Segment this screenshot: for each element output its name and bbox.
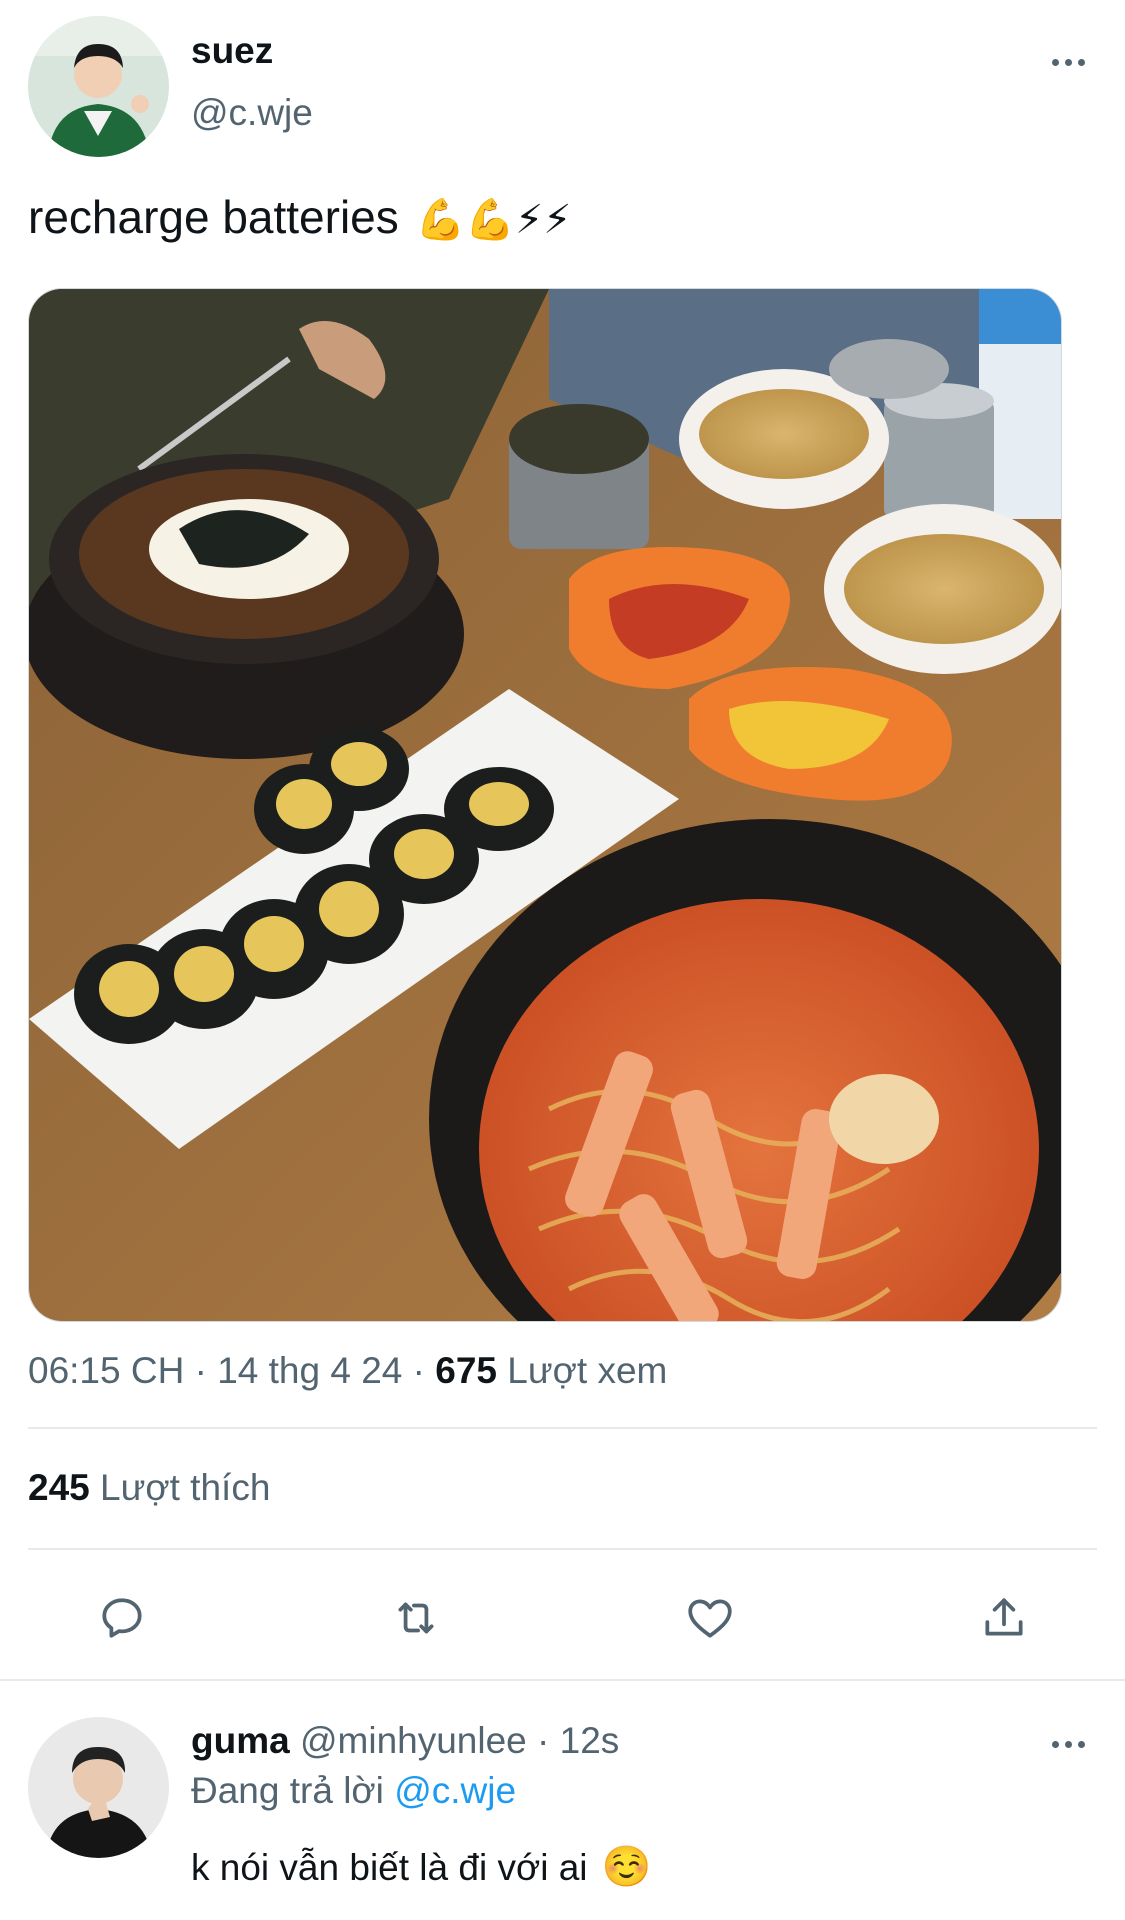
retweet-icon — [398, 1602, 434, 1634]
reply-author-name[interactable]: guma — [191, 1720, 290, 1761]
more-dot-icon — [1051, 58, 1059, 66]
retweet-button[interactable] — [386, 1588, 446, 1648]
reply-button[interactable] — [92, 1588, 152, 1648]
reply-emoji: ☺️ — [601, 1845, 652, 1889]
reply-text: k nói vẫn biết là đi với ai ☺️ — [191, 1843, 652, 1890]
tweet-meta: 06:15 CH · 14 thg 4 24 · 675 Lượt xem — [28, 1350, 667, 1392]
likes-label: Lượt thích — [100, 1467, 271, 1508]
share-icon — [985, 1598, 1023, 1636]
tweet-date[interactable]: 14 thg 4 24 — [217, 1350, 402, 1391]
more-dot-icon — [1051, 1740, 1059, 1748]
reply-icon — [102, 1598, 142, 1638]
likes-count: 245 — [28, 1467, 90, 1508]
views-label: Lượt xem — [507, 1350, 668, 1391]
food-photo-illustration — [29, 289, 1061, 1321]
author-handle[interactable]: @c.wje — [191, 92, 313, 134]
reply-header: guma @minhyunlee · 12s — [191, 1720, 619, 1762]
more-dot-icon — [1077, 1740, 1085, 1748]
tweet-photo[interactable] — [28, 288, 1062, 1322]
divider — [28, 1548, 1097, 1550]
tweet-text: recharge batteries 💪💪⚡⚡ — [28, 190, 571, 244]
tweet-emojis: 💪💪⚡⚡ — [415, 198, 572, 242]
reply-time[interactable]: · 12s — [537, 1720, 619, 1761]
meta-separator: · — [184, 1350, 218, 1391]
share-button[interactable] — [974, 1588, 1034, 1648]
views-count: 675 — [435, 1350, 497, 1391]
tweet-text-body: recharge batteries — [28, 191, 399, 243]
replying-label: Đang trả lời — [191, 1770, 384, 1811]
divider — [0, 1679, 1125, 1681]
likes-stat[interactable]: 245 Lượt thích — [28, 1467, 270, 1509]
more-options-button[interactable] — [1038, 42, 1098, 82]
reply-more-options-button[interactable] — [1038, 1724, 1098, 1764]
more-dot-icon — [1064, 1740, 1072, 1748]
author-avatar[interactable] — [28, 16, 169, 157]
replying-to-line: Đang trả lời @c.wje — [191, 1770, 516, 1812]
replying-to-mention[interactable]: @c.wje — [394, 1770, 516, 1811]
more-dot-icon — [1077, 58, 1085, 66]
reply-author-handle[interactable]: @minhyunlee — [300, 1720, 527, 1761]
like-button[interactable] — [680, 1588, 740, 1648]
reply-text-body: k nói vẫn biết là đi với ai — [191, 1847, 588, 1888]
meta-separator: · — [402, 1350, 436, 1391]
tweet-time[interactable]: 06:15 CH — [28, 1350, 184, 1391]
heart-icon — [688, 1599, 732, 1638]
author-name[interactable]: suez — [191, 30, 273, 72]
divider — [28, 1427, 1097, 1429]
reply-author-avatar[interactable] — [28, 1717, 169, 1858]
more-dot-icon — [1064, 58, 1072, 66]
